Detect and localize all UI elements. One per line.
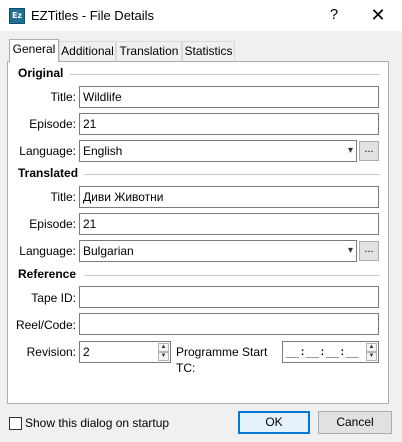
spin-up-icon[interactable]: ▲ (366, 343, 377, 352)
translated-episode-label: Episode: (29, 217, 76, 231)
tape-id-label: Tape ID: (31, 291, 76, 305)
translated-title-input[interactable]: Диви Животни (79, 186, 379, 208)
ok-button[interactable]: OK (238, 411, 310, 434)
original-title-input[interactable]: Wildlife (79, 86, 379, 108)
reel-code-label: Reel/Code: (15, 318, 76, 332)
help-button[interactable]: ? (320, 4, 348, 26)
translated-title-label: Title: (50, 190, 76, 204)
start-tc-spinner[interactable]: ▲ ▼ (366, 343, 377, 361)
start-tc-input[interactable]: __:__:__:__ (282, 341, 379, 363)
tab-additional[interactable]: Additional (59, 41, 116, 61)
translated-language-select[interactable]: Bulgarian ▾ (79, 240, 357, 262)
translated-language-value: Bulgarian (83, 244, 134, 258)
original-episode-input[interactable]: 21 (79, 113, 379, 135)
translated-language-more-button[interactable]: ... (359, 241, 379, 261)
start-tc-value: __:__:__:__ (286, 345, 359, 358)
app-icon: Ez (9, 8, 25, 24)
reel-code-input[interactable] (79, 313, 379, 335)
chevron-down-icon: ▾ (347, 145, 353, 156)
translated-heading: Translated (18, 166, 79, 180)
original-title-label: Title: (50, 90, 76, 104)
close-button[interactable]: ✕ (360, 4, 396, 26)
spin-up-icon[interactable]: ▲ (158, 343, 169, 352)
translated-episode-input[interactable]: 21 (79, 213, 379, 235)
spin-down-icon[interactable]: ▼ (366, 352, 377, 361)
show-on-startup-checkbox[interactable] (9, 417, 22, 430)
show-on-startup-label[interactable]: Show this dialog on startup (25, 416, 169, 430)
tab-translation[interactable]: Translation (116, 41, 182, 61)
title-bar: Ez EZTitles - File Details ? ✕ (0, 0, 402, 31)
tab-general[interactable]: General (9, 39, 59, 62)
revision-spinner[interactable]: ▲ ▼ (158, 343, 169, 361)
original-language-label: Language: (19, 144, 76, 158)
original-heading: Original (18, 66, 64, 80)
translated-divider (84, 174, 380, 175)
translated-language-label: Language: (19, 244, 76, 258)
revision-label: Revision: (26, 345, 76, 359)
original-language-select[interactable]: English ▾ (79, 140, 357, 162)
original-language-more-button[interactable]: ... (359, 141, 379, 161)
spin-down-icon[interactable]: ▼ (158, 352, 169, 361)
tape-id-input[interactable] (79, 286, 379, 308)
chevron-down-icon: ▾ (347, 245, 353, 256)
window-title: EZTitles - File Details (31, 8, 155, 23)
original-episode-label: Episode: (29, 117, 76, 131)
cancel-button[interactable]: Cancel (318, 411, 392, 434)
revision-value: 2 (83, 345, 90, 359)
original-language-value: English (83, 144, 123, 158)
reference-heading: Reference (18, 267, 77, 281)
original-divider (70, 74, 380, 75)
tab-statistics[interactable]: Statistics (182, 41, 235, 61)
start-tc-label: Programme Start TC: (176, 345, 268, 375)
reference-divider (84, 275, 380, 276)
